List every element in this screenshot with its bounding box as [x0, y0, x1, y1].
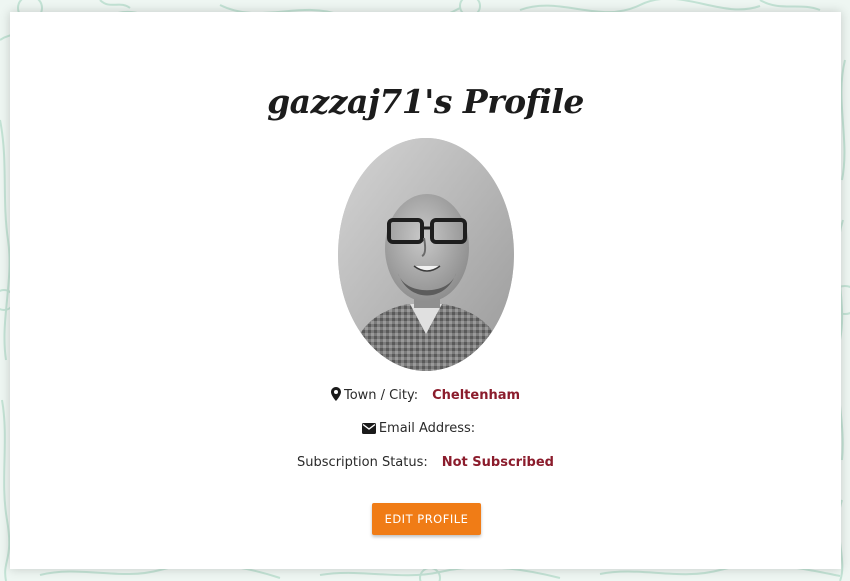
subscription-label: Subscription Status: — [297, 455, 428, 470]
avatar — [338, 138, 514, 371]
avatar-image — [338, 138, 514, 371]
page-title: gazzaj71's Profile — [267, 82, 584, 121]
edit-profile-button[interactable]: EDIT PROFILE — [372, 503, 481, 535]
town-city-label: Town / City: — [343, 388, 419, 403]
map-marker-icon — [330, 387, 341, 405]
email-row: Email Address: — [10, 421, 841, 438]
profile-card: gazzaj71's Profile Town / City: Cheltenh… — [10, 12, 841, 569]
email-label: Email Address: — [378, 421, 476, 436]
town-city-value: Cheltenham — [432, 388, 521, 403]
envelope-icon — [361, 423, 376, 438]
subscription-row: Subscription Status: Not Subscribed — [10, 455, 841, 470]
subscription-value: Not Subscribed — [441, 455, 554, 470]
town-city-row: Town / City: Cheltenham — [10, 387, 841, 405]
